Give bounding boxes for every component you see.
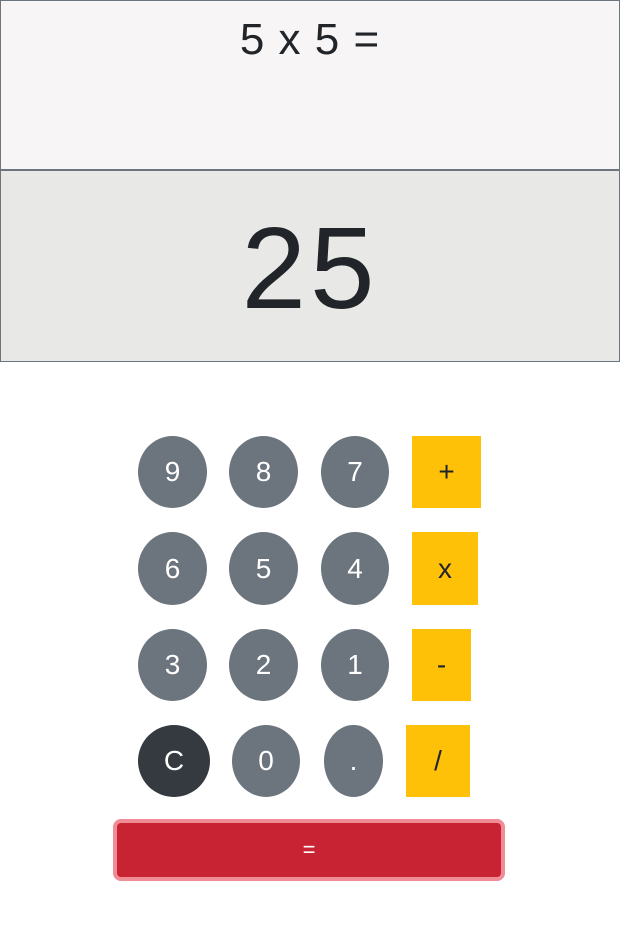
key-5[interactable]: 5 [229, 532, 298, 605]
key-1[interactable]: 1 [321, 629, 389, 701]
key-6[interactable]: 6 [138, 532, 207, 605]
result-text: 25 [241, 203, 379, 333]
equals-button[interactable]: = [113, 819, 505, 881]
key-3[interactable]: 3 [138, 629, 207, 701]
expression-display: 5 x 5 = [0, 0, 620, 171]
key-0[interactable]: 0 [232, 725, 300, 797]
key-divide[interactable]: / [406, 725, 470, 797]
key-2[interactable]: 2 [229, 629, 298, 701]
key-decimal[interactable]: . [324, 725, 383, 797]
key-multiply[interactable]: x [412, 532, 478, 605]
key-plus[interactable]: + [412, 436, 481, 508]
key-clear[interactable]: C [138, 725, 210, 797]
key-9[interactable]: 9 [138, 436, 207, 508]
result-display: 25 [0, 170, 620, 362]
expression-text: 5 x 5 = [239, 15, 381, 64]
key-minus[interactable]: - [412, 629, 471, 701]
key-7[interactable]: 7 [321, 436, 389, 508]
key-8[interactable]: 8 [229, 436, 298, 508]
key-4[interactable]: 4 [321, 532, 389, 605]
calculator-app: 5 x 5 = 25 9 8 7 + 6 5 4 x 3 2 1 - C 0 .… [0, 0, 622, 937]
